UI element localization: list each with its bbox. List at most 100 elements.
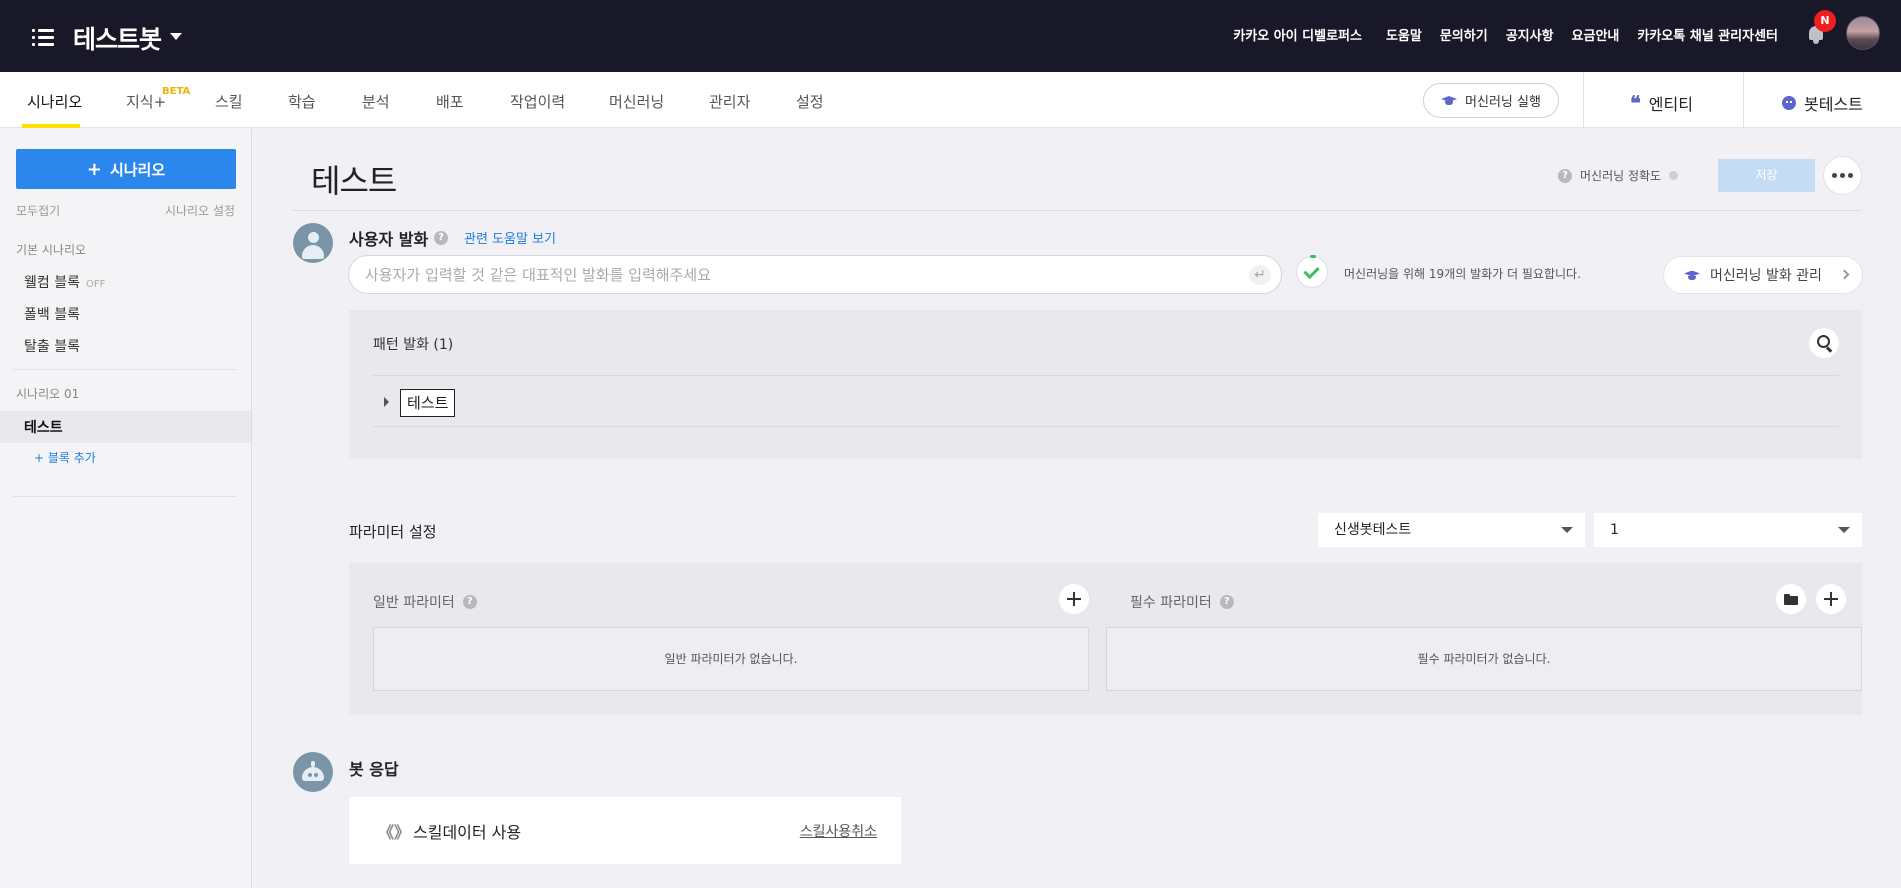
utterance-input[interactable] bbox=[365, 256, 1225, 293]
scenario-group-label[interactable]: 시나리오 01 bbox=[16, 385, 79, 402]
help-icon[interactable]: ? bbox=[462, 595, 477, 609]
save-button[interactable]: 저장 bbox=[1718, 159, 1815, 192]
help-icon[interactable]: ? bbox=[434, 231, 448, 245]
scenario-settings-link[interactable]: 시나리오 설정 bbox=[165, 202, 235, 219]
help-icon[interactable]: ? bbox=[1558, 168, 1572, 183]
tab-deploy[interactable]: 배포 bbox=[436, 91, 464, 112]
required-param-text: 필수 파라미터 bbox=[1130, 595, 1212, 611]
ml-run-label: 머신러닝 실행 bbox=[1465, 95, 1541, 110]
menu-list-icon[interactable] bbox=[32, 28, 54, 46]
tab-skill[interactable]: 스킬 bbox=[215, 91, 243, 112]
divider bbox=[373, 426, 1839, 427]
link-channel-admin[interactable]: 카카오톡 채널 관리자센터 bbox=[1637, 25, 1778, 44]
enter-icon[interactable]: ↵ bbox=[1249, 265, 1271, 285]
folder-icon[interactable] bbox=[1776, 584, 1806, 614]
pattern-utterance-panel bbox=[349, 310, 1862, 459]
ml-accuracy: ? 머신러닝 정확도 bbox=[1558, 167, 1679, 184]
link-pricing[interactable]: 요금안내 bbox=[1572, 25, 1620, 44]
divider bbox=[292, 210, 1862, 211]
divider bbox=[13, 496, 237, 497]
bot-name[interactable]: 테스트봇 bbox=[73, 20, 162, 56]
user-icon bbox=[293, 223, 333, 263]
top-links: 카카오 아이 디벨로퍼스 도움말 문의하기 공지사항 요금안내 카카오톡 채널 … bbox=[1233, 25, 1778, 44]
bot-icon bbox=[293, 752, 333, 792]
general-param-text: 일반 파라미터 bbox=[373, 595, 455, 611]
related-help-link[interactable]: 관련 도움말 보기 bbox=[464, 228, 556, 247]
welcome-block-label: 웰컴 블록 bbox=[24, 275, 80, 291]
accuracy-label: 머신러닝 정확도 bbox=[1580, 169, 1662, 183]
beta-label: BETA bbox=[162, 86, 191, 97]
tab-machine-learning[interactable]: 머신러닝 bbox=[609, 91, 664, 112]
add-general-param-icon[interactable] bbox=[1059, 584, 1089, 614]
sidebar-item-fallback[interactable]: 폴백 블록 bbox=[24, 304, 80, 324]
chevron-right-icon bbox=[1839, 269, 1850, 280]
chat-bubble-icon bbox=[1782, 96, 1796, 110]
bottest-tab[interactable]: 봇테스트 bbox=[1782, 91, 1863, 115]
general-param-label: 일반 파라미터 ? bbox=[373, 592, 477, 612]
divider bbox=[373, 375, 1839, 376]
divider bbox=[1583, 72, 1584, 128]
top-bar: 테스트봇 카카오 아이 디벨로퍼스 도움말 문의하기 공지사항 요금안내 카카오… bbox=[0, 0, 1901, 72]
link-notice[interactable]: 공지사항 bbox=[1506, 25, 1554, 44]
main-tabs: 시나리오 지식+ BETA 스킬 학습 분석 배포 작업이력 머신러닝 관리자 … bbox=[0, 72, 1901, 128]
active-tab-indicator bbox=[22, 124, 80, 128]
pattern-item[interactable]: 테스트 bbox=[400, 389, 456, 417]
ml-manage-label: 머신러닝 발화 관리 bbox=[1710, 268, 1822, 284]
entity-tab[interactable]: ❝ 엔티티 bbox=[1630, 91, 1693, 115]
plus-icon: + bbox=[86, 158, 102, 180]
more-options-icon[interactable] bbox=[1823, 156, 1862, 195]
chevron-down-icon bbox=[1838, 527, 1850, 533]
skill-data-label: 스킬데이터 사용 bbox=[413, 823, 522, 842]
version-select-value: 1 bbox=[1610, 522, 1619, 538]
code-brackets-icon: 《》 bbox=[378, 823, 411, 842]
status-dot-icon bbox=[1669, 171, 1679, 180]
basic-scenario-label: 기본 시나리오 bbox=[16, 243, 87, 257]
scenario-sidebar: + 시나리오 모두접기 시나리오 설정 기본 시나리오 웰컴 블록 OFF 폴백 … bbox=[0, 129, 252, 888]
bottest-label: 봇테스트 bbox=[1804, 95, 1863, 114]
add-required-param-icon[interactable] bbox=[1816, 584, 1846, 614]
tab-learning[interactable]: 학습 bbox=[288, 91, 316, 112]
skill-cancel-link[interactable]: 스킬사용취소 bbox=[800, 821, 877, 841]
chevron-down-icon bbox=[1561, 527, 1573, 533]
expand-arrow-icon[interactable] bbox=[384, 397, 389, 407]
bot-select[interactable]: 신생봇테스트 bbox=[1318, 513, 1585, 547]
tab-admin[interactable]: 관리자 bbox=[709, 91, 750, 112]
ml-run-button[interactable]: 머신러닝 실행 bbox=[1423, 83, 1559, 118]
pattern-title: 패턴 발화 (1) bbox=[373, 337, 454, 353]
divider bbox=[13, 369, 237, 370]
required-param-empty: 필수 파라미터가 없습니다. bbox=[1106, 627, 1862, 691]
link-help[interactable]: 도움말 bbox=[1386, 25, 1422, 44]
utterance-input-wrapper: ↵ bbox=[348, 255, 1282, 294]
ml-utterance-manage-button[interactable]: 머신러닝 발화 관리 bbox=[1663, 256, 1863, 294]
sidebar-item-exit[interactable]: 탈출 블록 bbox=[24, 336, 80, 356]
search-icon[interactable] bbox=[1809, 328, 1839, 358]
bot-response-title: 봇 응답 bbox=[349, 760, 399, 779]
add-scenario-button[interactable]: + 시나리오 bbox=[16, 149, 236, 189]
tab-analysis[interactable]: 분석 bbox=[362, 91, 390, 112]
divider bbox=[1743, 72, 1744, 128]
tab-knowledge[interactable]: 지식+ bbox=[126, 91, 166, 112]
add-scenario-label: 시나리오 bbox=[109, 160, 166, 179]
check-icon bbox=[1296, 255, 1328, 288]
user-utterance-title: 사용자 발화 bbox=[349, 230, 429, 249]
sidebar-item-welcome[interactable]: 웰컴 블록 OFF bbox=[24, 272, 105, 292]
welcome-status: OFF bbox=[85, 279, 106, 290]
tab-settings[interactable]: 설정 bbox=[796, 91, 824, 112]
version-select[interactable]: 1 bbox=[1594, 513, 1862, 547]
entity-label: 엔티티 bbox=[1648, 95, 1693, 114]
sidebar-item-test[interactable]: 테스트 bbox=[24, 417, 63, 437]
skill-data-card: 《》 스킬데이터 사용 스킬사용취소 bbox=[349, 797, 901, 864]
graduation-cap-icon bbox=[1441, 95, 1457, 106]
bot-dropdown-caret-icon[interactable] bbox=[170, 33, 182, 40]
tab-history[interactable]: 작업이력 bbox=[510, 91, 565, 112]
help-icon[interactable]: ? bbox=[1219, 595, 1234, 609]
notification-badge: N bbox=[1814, 10, 1836, 32]
link-developers[interactable]: 카카오 아이 디벨로퍼스 bbox=[1233, 25, 1362, 44]
collapse-all-link[interactable]: 모두접기 bbox=[16, 202, 60, 219]
page-title: 테스트 bbox=[311, 162, 397, 200]
tab-scenario[interactable]: 시나리오 bbox=[27, 91, 82, 112]
user-avatar[interactable] bbox=[1846, 16, 1880, 50]
add-block-button[interactable]: + 블록 추가 bbox=[34, 449, 96, 466]
general-param-empty: 일반 파라미터가 없습니다. bbox=[373, 627, 1089, 691]
link-inquiry[interactable]: 문의하기 bbox=[1440, 25, 1488, 44]
